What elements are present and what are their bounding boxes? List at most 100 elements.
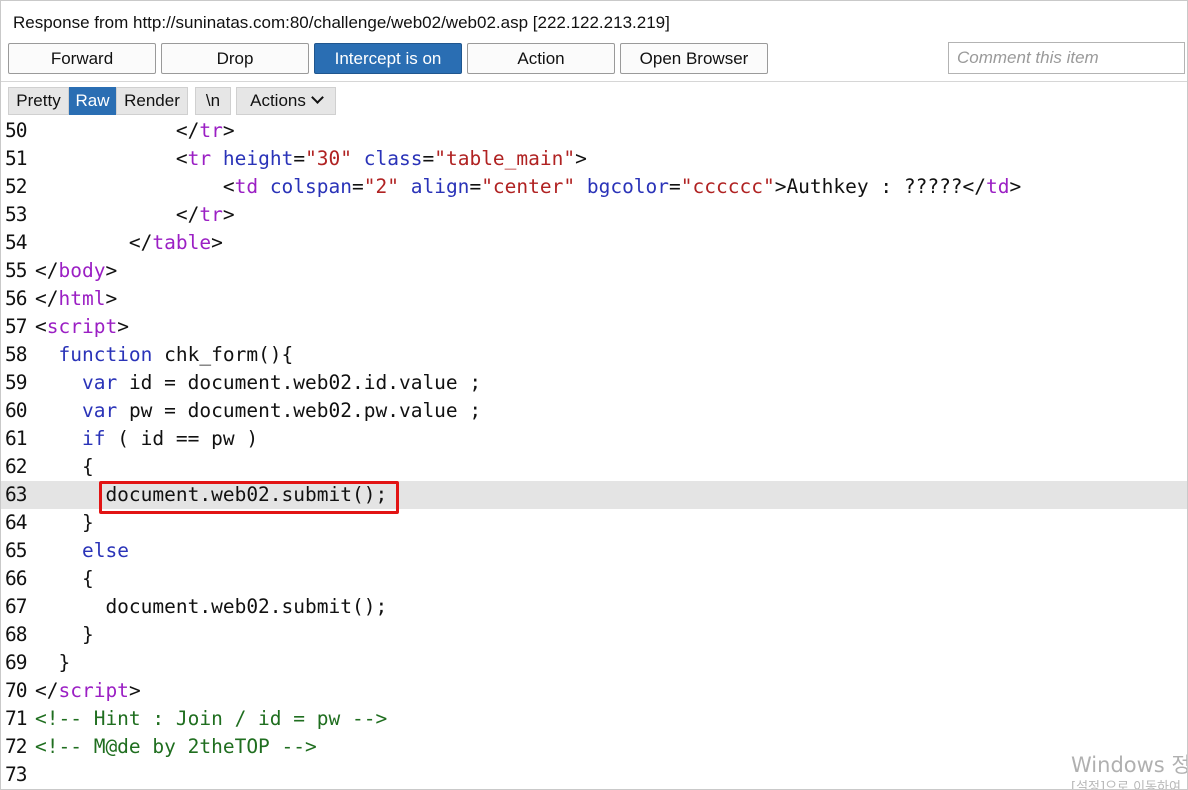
code-line[interactable]: 70 </script> bbox=[1, 677, 1187, 705]
code-line[interactable]: 58 function chk_form(){ bbox=[1, 341, 1187, 369]
code-line[interactable]: 72 <!-- M@de by 2theTOP --> bbox=[1, 733, 1187, 761]
code-text: </tr> bbox=[35, 117, 235, 145]
code-token: < bbox=[35, 315, 47, 338]
response-source-title: Response from http://suninatas.com:80/ch… bbox=[13, 13, 670, 32]
code-token: ( id == pw ) bbox=[105, 427, 259, 450]
code-token: "table_main" bbox=[434, 147, 576, 170]
chevron-down-icon bbox=[311, 91, 324, 104]
code-line[interactable]: 56 </html> bbox=[1, 285, 1187, 313]
tab-raw[interactable]: Raw bbox=[69, 87, 116, 115]
code-line[interactable]: 63 document.web02.submit(); bbox=[1, 481, 1187, 509]
line-number: 53 bbox=[5, 203, 28, 226]
line-number: 63 bbox=[5, 483, 28, 506]
code-token: = bbox=[469, 175, 482, 198]
raw-response-editor[interactable]: 50 </tr> 51 <tr height="30" class="table_… bbox=[1, 117, 1187, 789]
code-line[interactable]: 62 { bbox=[1, 453, 1187, 481]
code-token: tr bbox=[187, 147, 212, 170]
code-line[interactable]: 73 bbox=[1, 761, 1187, 789]
code-token: if bbox=[81, 427, 106, 450]
code-token: tr bbox=[199, 203, 223, 226]
code-token: script bbox=[46, 315, 118, 338]
code-token: function bbox=[58, 343, 153, 366]
code-token: > bbox=[575, 147, 587, 170]
code-line[interactable]: 52 <td colspan="2" align="center" bgcolo… bbox=[1, 173, 1187, 201]
code-token: } bbox=[35, 511, 94, 534]
comment-input[interactable] bbox=[948, 42, 1185, 74]
code-token: chk_form(){ bbox=[152, 343, 294, 366]
code-token: = bbox=[293, 147, 306, 170]
code-token: < bbox=[222, 175, 235, 198]
code-text: } bbox=[35, 621, 94, 649]
code-line[interactable]: 64 } bbox=[1, 509, 1187, 537]
code-line[interactable]: 65 else bbox=[1, 537, 1187, 565]
open-browser-button[interactable]: Open Browser bbox=[620, 43, 768, 74]
code-token: > bbox=[105, 287, 118, 310]
drop-button[interactable]: Drop bbox=[161, 43, 309, 74]
code-token: class bbox=[352, 147, 423, 170]
code-line[interactable]: 71 <!-- Hint : Join / id = pw --> bbox=[1, 705, 1187, 733]
code-text: <!-- Hint : Join / id = pw --> bbox=[35, 705, 387, 733]
action-button[interactable]: Action bbox=[467, 43, 615, 74]
code-line[interactable]: 60 var pw = document.web02.pw.value ; bbox=[1, 397, 1187, 425]
code-line[interactable]: 61 if ( id == pw ) bbox=[1, 425, 1187, 453]
code-line[interactable]: 54 </table> bbox=[1, 229, 1187, 257]
code-line[interactable]: 69 } bbox=[1, 649, 1187, 677]
code-line[interactable]: 66 { bbox=[1, 565, 1187, 593]
tab-pretty[interactable]: Pretty bbox=[8, 87, 69, 115]
actions-dropdown[interactable]: Actions bbox=[236, 87, 336, 115]
line-number: 72 bbox=[5, 735, 28, 758]
code-token: > bbox=[1009, 175, 1022, 198]
code-token: > bbox=[105, 259, 118, 282]
code-line[interactable]: 53 </tr> bbox=[1, 201, 1187, 229]
code-token: <!-- M@de by 2theTOP --> bbox=[35, 735, 317, 758]
line-number: 69 bbox=[5, 651, 28, 674]
windows-activation-watermark-sub: [설정]으로 이동하여 bbox=[1071, 780, 1181, 790]
code-text: </table> bbox=[35, 229, 223, 257]
line-number: 60 bbox=[5, 399, 28, 422]
code-line[interactable]: 57 <script> bbox=[1, 313, 1187, 341]
tab-render[interactable]: Render bbox=[116, 87, 188, 115]
code-token: document.web02.submit(); bbox=[35, 595, 388, 618]
tab-newline[interactable]: \n bbox=[195, 87, 231, 115]
code-token: </ bbox=[175, 119, 200, 142]
code-token: "center" bbox=[481, 175, 576, 198]
code-token: > bbox=[222, 203, 235, 226]
code-token: var bbox=[81, 399, 118, 422]
code-token: pw = document.web02.pw.value ; bbox=[117, 399, 482, 422]
code-token: id = document.web02.id.value ; bbox=[117, 371, 482, 394]
line-number: 51 bbox=[5, 147, 28, 170]
code-token: td bbox=[986, 175, 1010, 198]
line-number: 55 bbox=[5, 259, 28, 282]
code-line[interactable]: 50 </tr> bbox=[1, 117, 1187, 145]
code-text: </script> bbox=[35, 677, 141, 705]
code-token: colspan bbox=[258, 175, 352, 198]
windows-activation-watermark: Windows 정품 인증 bbox=[1071, 753, 1187, 777]
line-number: 64 bbox=[5, 511, 28, 534]
code-token: </ bbox=[128, 231, 153, 254]
code-line[interactable]: 68 } bbox=[1, 621, 1187, 649]
code-token: > bbox=[117, 315, 129, 338]
line-number: 57 bbox=[5, 315, 28, 338]
burp-intercept-window: Response from http://suninatas.com:80/ch… bbox=[0, 0, 1188, 790]
forward-button[interactable]: Forward bbox=[8, 43, 156, 74]
line-number: 73 bbox=[5, 763, 28, 786]
code-token: "30" bbox=[305, 147, 353, 170]
code-text: } bbox=[35, 649, 70, 677]
code-line[interactable]: 51 <tr height="30" class="table_main"> bbox=[1, 145, 1187, 173]
code-line[interactable]: 59 var id = document.web02.id.value ; bbox=[1, 369, 1187, 397]
code-token: </ bbox=[962, 175, 987, 198]
line-number: 54 bbox=[5, 231, 28, 254]
line-number: 56 bbox=[5, 287, 28, 310]
code-line[interactable]: 67 document.web02.submit(); bbox=[1, 593, 1187, 621]
intercept-toggle-button[interactable]: Intercept is on bbox=[314, 43, 462, 74]
code-token: > bbox=[128, 679, 141, 702]
code-text: var pw = document.web02.pw.value ; bbox=[35, 397, 481, 425]
code-line[interactable]: 55 </body> bbox=[1, 257, 1187, 285]
